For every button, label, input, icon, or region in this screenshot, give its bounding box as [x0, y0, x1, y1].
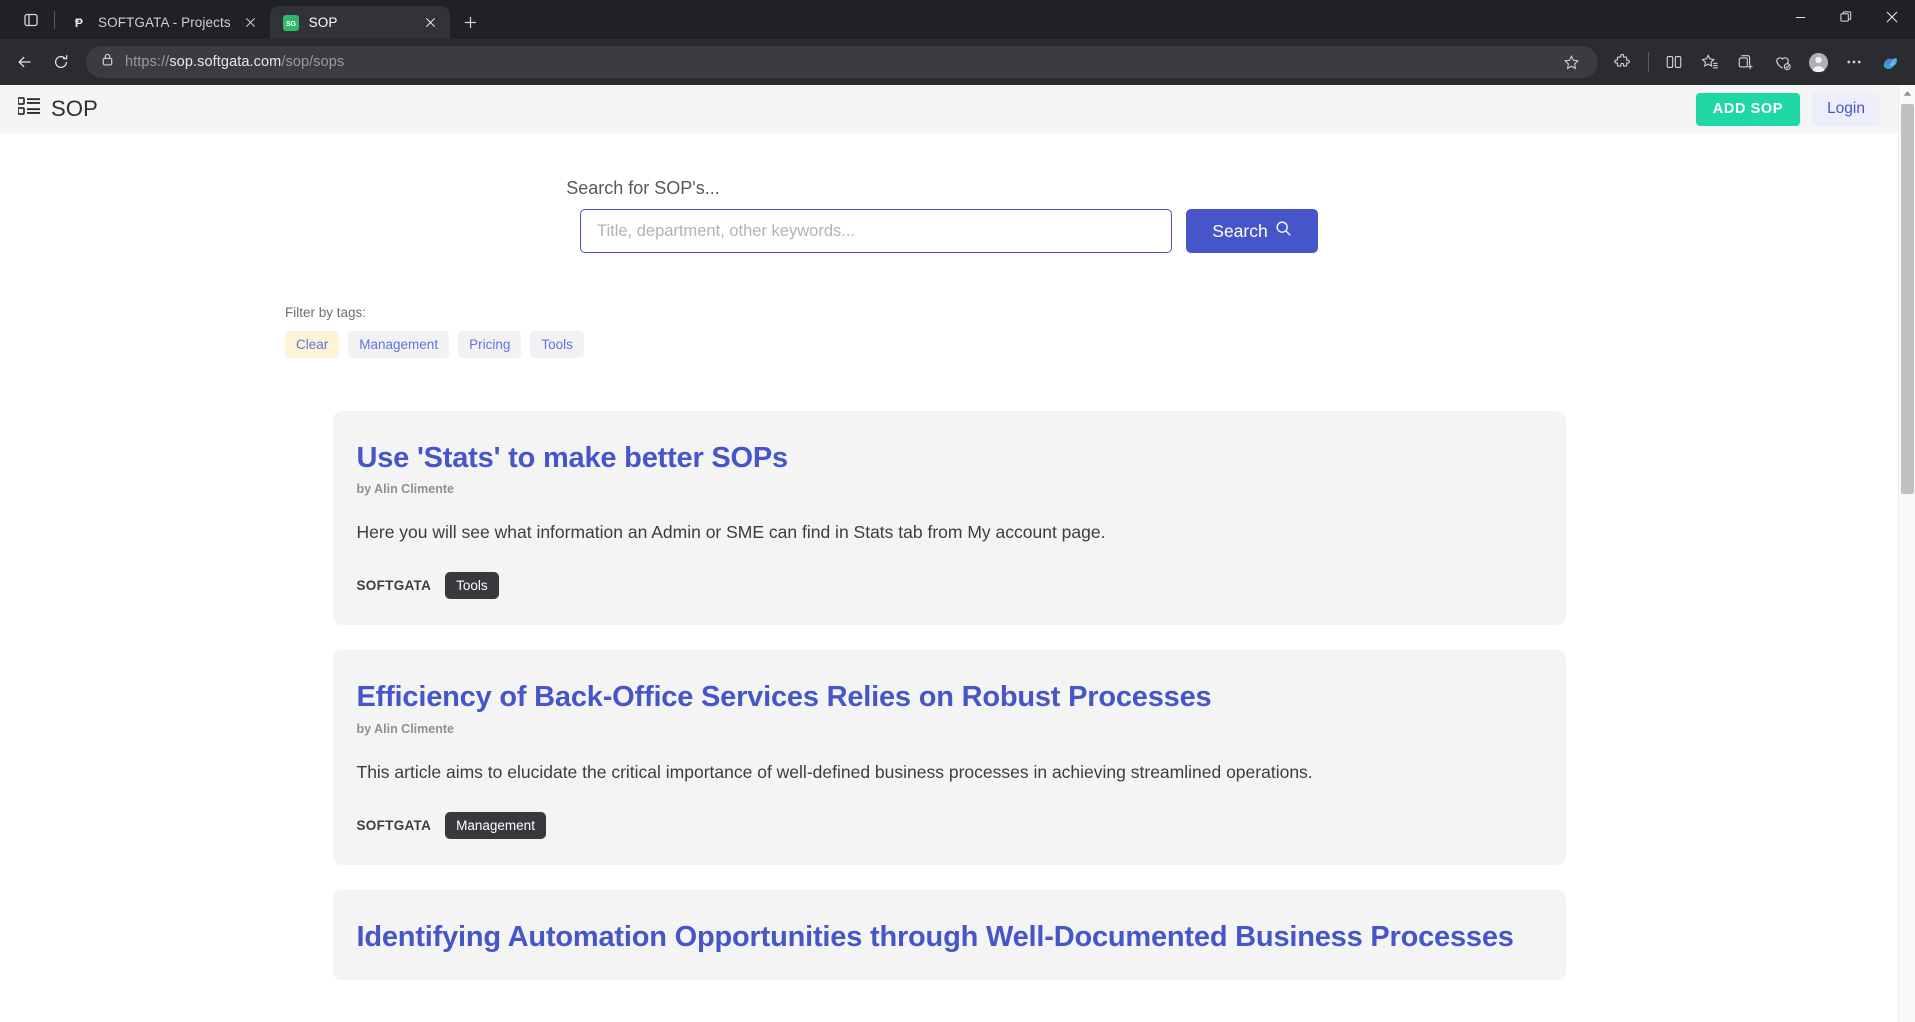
url-text: https://sop.softgata.com/sop/sops: [125, 54, 344, 70]
collections-icon[interactable]: [1729, 45, 1763, 79]
profile-avatar[interactable]: [1801, 45, 1835, 79]
url-host: sop.softgata.com: [169, 54, 281, 70]
filter-tag-pricing[interactable]: Pricing: [458, 331, 521, 358]
tab-search-button[interactable]: [14, 5, 48, 35]
close-icon[interactable]: [420, 12, 442, 34]
list-item[interactable]: Identifying Automation Opportunities thr…: [333, 890, 1566, 980]
scrollbar-thumb[interactable]: [1901, 104, 1914, 494]
list-item[interactable]: Efficiency of Back-Office Services Relie…: [333, 650, 1566, 864]
sop-tag-badge[interactable]: Management: [445, 812, 546, 839]
search-button[interactable]: Search: [1186, 209, 1318, 253]
close-window-button[interactable]: [1869, 0, 1915, 34]
sop-meta: SOFTGATA Tools: [357, 572, 1542, 599]
omnibox-actions: [1554, 45, 1588, 79]
search-label: Search for SOP's...: [566, 178, 720, 199]
tab-title: SOFTGATA - Projects: [98, 15, 231, 30]
filter-tag-row: Clear Management Pricing Tools: [285, 331, 1898, 358]
url-path: /sop/sops: [281, 54, 344, 70]
tab-title: SOP: [309, 15, 411, 30]
browser-window: Ᵽ SOFTGATA - Projects SG SOP: [0, 0, 1915, 1022]
browser-toolbar: https://sop.softgata.com/sop/sops: [0, 39, 1915, 85]
brand-logo[interactable]: SOP: [18, 96, 98, 122]
page-viewport: SOP ADD SOP Login Search for SOP's... Se…: [0, 85, 1915, 1022]
tab-strip: Ᵽ SOFTGATA - Projects SG SOP: [0, 0, 1915, 39]
tab-strip-divider: [54, 11, 55, 29]
window-controls: [1777, 0, 1915, 34]
app-header-actions: ADD SOP Login: [1696, 93, 1880, 126]
page-title: SOP: [51, 96, 98, 122]
browser-essentials-icon[interactable]: [1765, 45, 1799, 79]
filter-label: Filter by tags:: [285, 305, 1898, 320]
minimize-button[interactable]: [1777, 0, 1823, 34]
sop-page: SOP ADD SOP Login Search for SOP's... Se…: [0, 85, 1898, 1022]
search-row: Search: [580, 209, 1318, 253]
svg-text:Ᵽ: Ᵽ: [75, 16, 83, 30]
favorites-icon[interactable]: [1693, 45, 1727, 79]
filter-section: Filter by tags: Clear Management Pricing…: [0, 305, 1898, 358]
tab-softgata-projects[interactable]: Ᵽ SOFTGATA - Projects: [59, 6, 270, 39]
url-scheme: https://: [125, 54, 169, 70]
add-sop-button[interactable]: ADD SOP: [1696, 93, 1800, 126]
sop-author: by Alin Climente: [357, 482, 1542, 496]
close-icon[interactable]: [240, 12, 262, 34]
sop-title-link[interactable]: Identifying Automation Opportunities thr…: [357, 920, 1542, 954]
search-section: Search for SOP's... Search: [0, 178, 1898, 253]
filter-tag-clear[interactable]: Clear: [285, 331, 339, 358]
search-button-label: Search: [1212, 221, 1267, 242]
page-scrollbar[interactable]: [1898, 85, 1915, 1022]
copilot-icon[interactable]: [1873, 45, 1907, 79]
new-tab-button[interactable]: [456, 7, 486, 37]
svg-text:SG: SG: [286, 21, 297, 28]
list-item[interactable]: Use 'Stats' to make better SOPs by Alin …: [333, 411, 1566, 625]
sop-description: Here you will see what information an Ad…: [357, 521, 1502, 544]
login-button[interactable]: Login: [1812, 93, 1880, 126]
list-icon: [18, 97, 40, 121]
tab-sop[interactable]: SG SOP: [270, 6, 450, 39]
sop-meta: SOFTGATA Management: [357, 812, 1542, 839]
sop-organization: SOFTGATA: [357, 818, 432, 833]
sop-list: Use 'Stats' to make better SOPs by Alin …: [0, 411, 1898, 980]
address-bar[interactable]: https://sop.softgata.com/sop/sops: [86, 46, 1598, 78]
softgata-icon: Ᵽ: [72, 14, 89, 31]
search-input[interactable]: [580, 209, 1172, 253]
split-screen-icon[interactable]: [1657, 45, 1691, 79]
back-icon[interactable]: [8, 45, 42, 79]
maximize-button[interactable]: [1823, 0, 1869, 34]
toolbar-divider: [1648, 52, 1649, 72]
search-icon: [1275, 220, 1292, 242]
sop-title-link[interactable]: Use 'Stats' to make better SOPs: [357, 441, 1542, 475]
reload-icon[interactable]: [44, 45, 78, 79]
settings-more-icon[interactable]: [1837, 45, 1871, 79]
app-header: SOP ADD SOP Login: [0, 85, 1898, 133]
extensions-icon[interactable]: [1606, 45, 1640, 79]
filter-tag-tools[interactable]: Tools: [530, 331, 584, 358]
sop-author: by Alin Climente: [357, 722, 1542, 736]
scroll-up-arrow-icon[interactable]: [1899, 85, 1915, 102]
sop-title-link[interactable]: Efficiency of Back-Office Services Relie…: [357, 680, 1542, 714]
sop-tag-badge[interactable]: Tools: [445, 572, 499, 599]
favorite-star-icon[interactable]: [1554, 45, 1588, 79]
lock-icon: [100, 52, 115, 72]
sg-icon: SG: [283, 14, 300, 31]
filter-tag-management[interactable]: Management: [348, 331, 449, 358]
sop-organization: SOFTGATA: [357, 578, 432, 593]
sop-description: This article aims to elucidate the criti…: [357, 761, 1502, 784]
